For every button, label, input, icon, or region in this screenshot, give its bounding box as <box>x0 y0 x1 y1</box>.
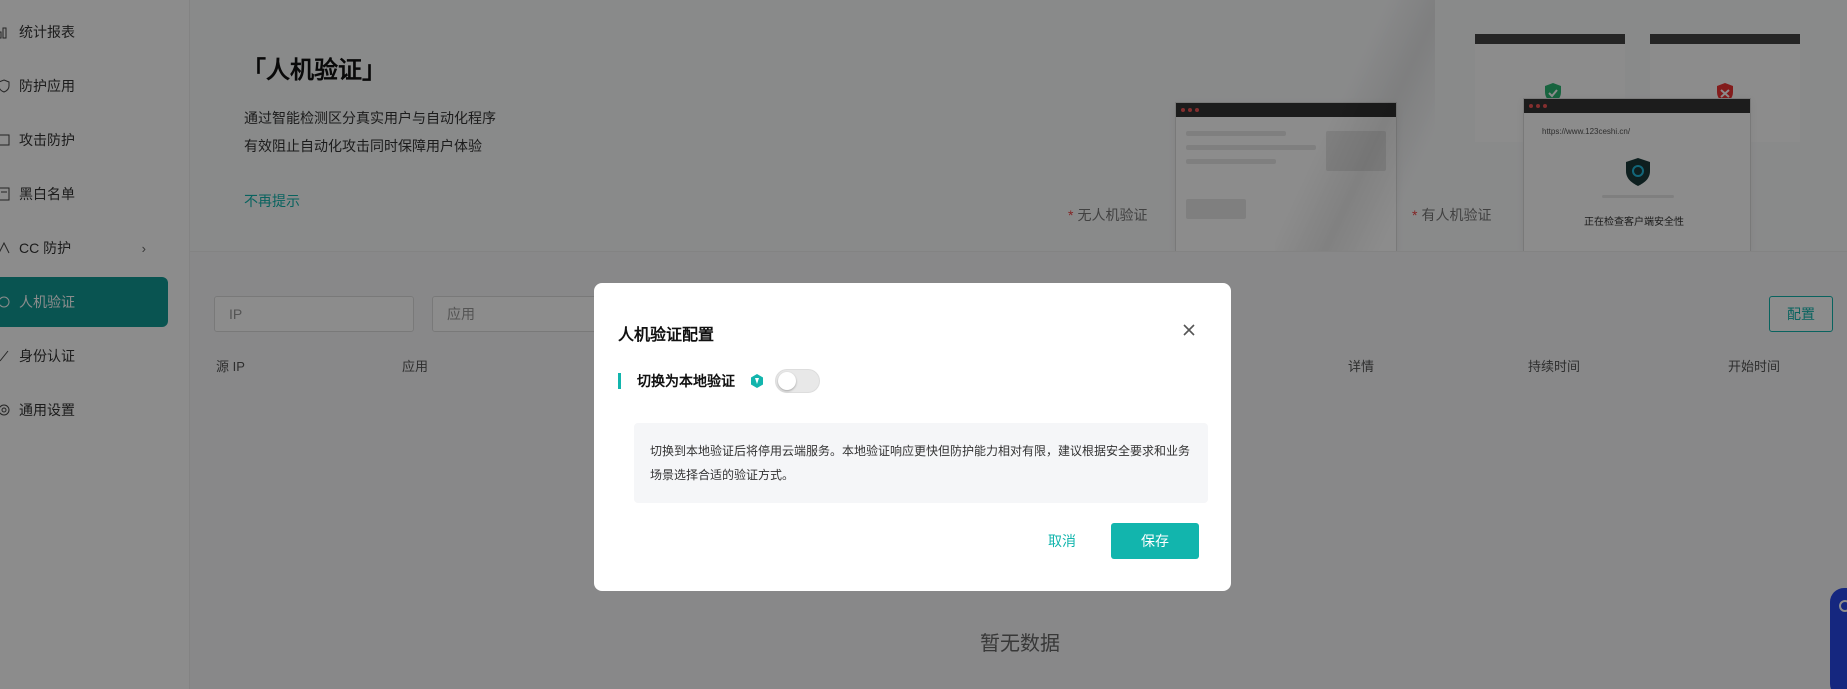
save-button[interactable]: 保存 <box>1111 523 1199 559</box>
local-verify-row: 切换为本地验证 <box>618 369 820 393</box>
captcha-config-dialog: 人机验证配置 切换为本地验证 切换到本地验证后将停用云端服务。本地验证响应更快但… <box>594 283 1231 591</box>
local-verify-label: 切换为本地验证 <box>637 373 735 389</box>
hexagon-logo-icon <box>751 374 763 388</box>
toggle-knob <box>778 372 796 390</box>
close-icon <box>1183 324 1195 336</box>
local-verify-notice: 切换到本地验证后将停用云端服务。本地验证响应更快但防护能力相对有限，建议根据安全… <box>634 423 1208 503</box>
dialog-title: 人机验证配置 <box>618 327 715 344</box>
local-verify-toggle[interactable] <box>775 369 820 393</box>
section-accent-bar <box>618 373 621 389</box>
cancel-button[interactable]: 取消 <box>1030 523 1094 559</box>
close-button[interactable] <box>1180 321 1198 339</box>
